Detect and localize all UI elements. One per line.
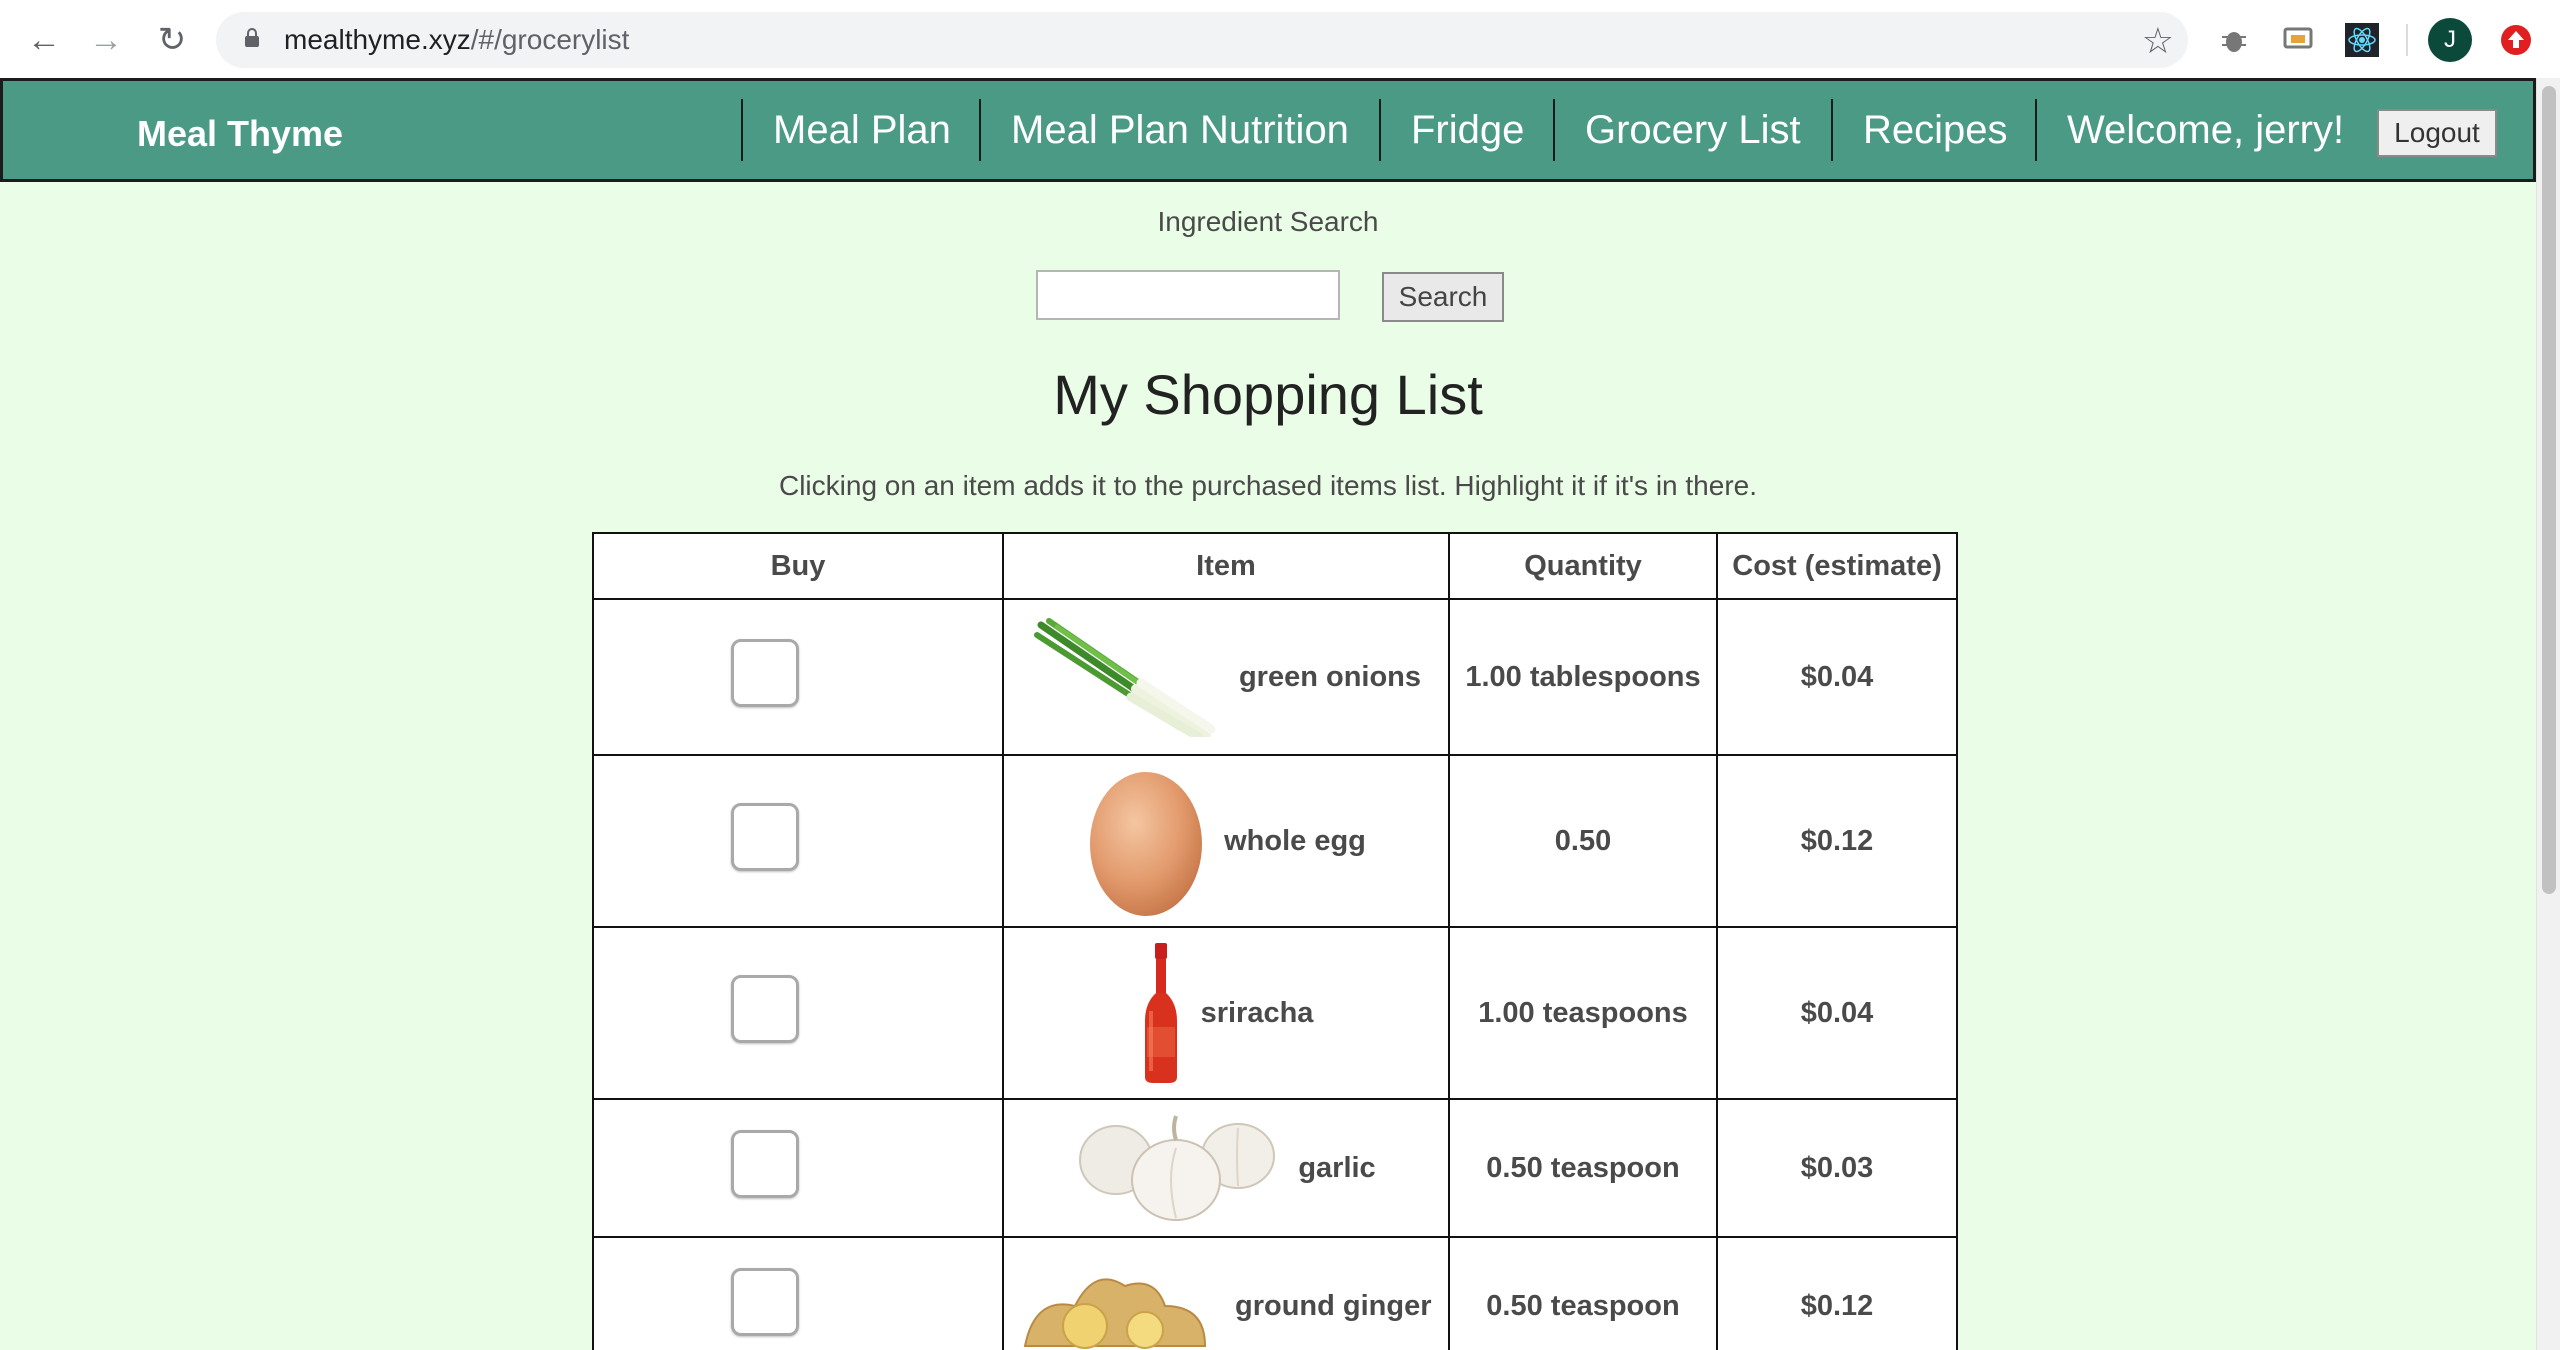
react-devtools-icon[interactable]	[2342, 20, 2382, 60]
nav-grocery-list[interactable]: Grocery List	[1553, 99, 1833, 161]
sriracha-bottle-image	[1144, 943, 1177, 1083]
item-name: green onions	[1238, 660, 1422, 693]
buy-cell	[592, 598, 1004, 756]
header-quantity: Quantity	[1448, 532, 1718, 600]
table-row[interactable]: ground ginger 0.50 teaspoon $0.12	[592, 1236, 1958, 1350]
item-cell[interactable]: garlic	[1002, 1098, 1450, 1238]
quantity-cell: 1.00 tablespoons	[1448, 598, 1718, 756]
forward-arrow-icon[interactable]: →	[82, 18, 130, 62]
ingredient-search-label: Ingredient Search	[1157, 206, 1379, 237]
logout-button[interactable]: Logout	[2377, 109, 2497, 157]
header-item: Item	[1002, 532, 1450, 600]
table-row[interactable]: whole egg 0.50 $0.12	[592, 754, 1958, 928]
lock-icon	[245, 28, 259, 47]
cast-extension-icon[interactable]	[2278, 20, 2318, 60]
page-scrollbar[interactable]	[2536, 78, 2560, 1350]
item-name: whole egg	[1224, 824, 1366, 857]
table-row[interactable]: sriracha 1.00 teaspoons $0.04	[592, 926, 1958, 1100]
reload-icon[interactable]: ↻	[148, 18, 196, 62]
table-row[interactable]: green onions 1.00 tablespoons $0.04	[592, 598, 1958, 756]
bug-extension-icon[interactable]	[2214, 20, 2254, 60]
item-cell[interactable]: ground ginger	[1002, 1236, 1450, 1350]
back-arrow-icon[interactable]: ←	[20, 18, 68, 62]
top-navbar: Meal Thyme Meal Plan Meal Plan Nutrition…	[0, 78, 2536, 182]
table-row[interactable]: garlic 0.50 teaspoon $0.03	[592, 1098, 1958, 1238]
cost-cell: $0.04	[1716, 598, 1958, 756]
buy-cell	[592, 754, 1004, 928]
cost-cell: $0.04	[1716, 926, 1958, 1100]
update-extension-icon[interactable]	[2496, 20, 2536, 60]
url-text: mealthyme.xyz/#/grocerylist	[284, 24, 629, 56]
page-title: My Shopping List	[1053, 363, 1483, 426]
shopping-list-table: Buy Item Quantity Cost (estimate) green …	[592, 532, 1958, 1350]
buy-cell	[592, 1098, 1004, 1238]
buy-checkbox[interactable]	[731, 1130, 799, 1198]
table-header-row: Buy Item Quantity Cost (estimate)	[592, 532, 1958, 600]
nav-fridge[interactable]: Fridge	[1379, 99, 1555, 161]
brand-logo-text[interactable]: Meal Thyme	[137, 113, 343, 155]
address-bar[interactable]: mealthyme.xyz/#/grocerylist ☆	[216, 12, 2188, 68]
quantity-cell: 0.50 teaspoon	[1448, 1236, 1718, 1350]
garlic-image	[1079, 1115, 1276, 1221]
instructions-text: Clicking on an item adds it to the purch…	[778, 470, 1758, 501]
buy-checkbox[interactable]	[731, 1268, 799, 1336]
quantity-cell: 0.50 teaspoon	[1448, 1098, 1718, 1238]
buy-cell	[592, 926, 1004, 1100]
url-host: mealthyme.xyz	[284, 24, 471, 55]
quantity-cell: 0.50	[1448, 754, 1718, 928]
quantity-cell: 1.00 teaspoons	[1448, 926, 1718, 1100]
header-buy: Buy	[592, 532, 1004, 600]
egg-image	[1090, 772, 1203, 916]
item-name: ground ginger	[1235, 1289, 1432, 1322]
item-name: garlic	[1298, 1151, 1376, 1184]
app-page: Meal Thyme Meal Plan Meal Plan Nutrition…	[0, 78, 2536, 1350]
item-name: sriracha	[1200, 996, 1314, 1029]
cost-cell: $0.12	[1716, 754, 1958, 928]
buy-cell	[592, 1236, 1004, 1350]
nav-meal-plan[interactable]: Meal Plan	[741, 99, 981, 161]
ginger-image	[1023, 1278, 1207, 1349]
welcome-user-text: Welcome, jerry!	[2035, 99, 2355, 161]
cost-cell: $0.12	[1716, 1236, 1958, 1350]
buy-checkbox[interactable]	[731, 803, 799, 871]
cost-cell: $0.03	[1716, 1098, 1958, 1238]
ingredient-search-input[interactable]	[1036, 270, 1340, 320]
url-path: /#/grocerylist	[470, 24, 630, 55]
browser-toolbar: ← → ↻ mealthyme.xyz/#/grocerylist ☆ J	[0, 0, 2560, 79]
item-cell[interactable]: whole egg	[1002, 754, 1450, 928]
item-cell[interactable]: green onions	[1002, 598, 1450, 756]
scrollbar-thumb[interactable]	[2542, 86, 2556, 894]
bookmark-star-icon[interactable]: ☆	[2142, 20, 2174, 62]
toolbar-divider	[2406, 24, 2408, 56]
buy-checkbox[interactable]	[731, 975, 799, 1043]
profile-avatar[interactable]: J	[2428, 18, 2472, 62]
item-cell[interactable]: sriracha	[1002, 926, 1450, 1100]
header-cost: Cost (estimate)	[1716, 532, 1958, 600]
search-button[interactable]: Search	[1382, 272, 1504, 322]
green-onions-image	[1033, 618, 1216, 737]
nav-meal-plan-nutrition[interactable]: Meal Plan Nutrition	[979, 99, 1381, 161]
buy-checkbox[interactable]	[731, 639, 799, 707]
nav-recipes[interactable]: Recipes	[1831, 99, 2037, 161]
